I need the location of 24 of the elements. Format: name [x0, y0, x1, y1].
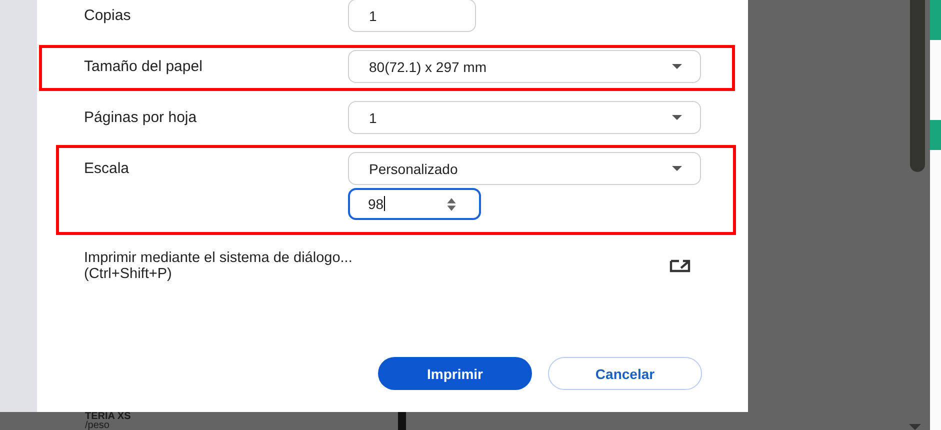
page-edge-strip: [930, 120, 941, 150]
spinner-icon: [446, 196, 457, 212]
scrollbar-thumb[interactable]: [910, 0, 925, 172]
system-dialog-link[interactable]: Imprimir mediante el sistema de diálogo... (Ctrl+Shift+P): [84, 250, 352, 282]
caret-icon: [672, 115, 682, 120]
dropdown[interactable]: 1: [348, 101, 701, 134]
copies-field[interactable]: 1: [348, 0, 476, 32]
caret-icon: [672, 64, 682, 69]
page-edge-strip: [930, 0, 941, 40]
setting-label: Páginas por hoja: [84, 108, 198, 128]
divider-bar: [398, 412, 406, 430]
dropdown[interactable]: Personalizado: [348, 152, 701, 185]
print-button[interactable]: Imprimir: [378, 357, 532, 390]
page-text: /peso: [85, 421, 110, 430]
cancel-button[interactable]: Cancelar: [548, 357, 702, 390]
open-external-icon[interactable]: [669, 259, 691, 273]
setting-label: Tamaño del papel: [84, 57, 204, 77]
dropdown[interactable]: 80(72.1) x 297 mm: [348, 50, 701, 83]
scale-input[interactable]: 98: [348, 188, 481, 220]
setting-label: Escala: [84, 159, 130, 179]
setting-label: Copias: [84, 6, 132, 26]
scroll-down-icon[interactable]: [909, 424, 921, 430]
caret-icon: [672, 166, 682, 171]
page-text: TERIA XS: [85, 412, 132, 421]
